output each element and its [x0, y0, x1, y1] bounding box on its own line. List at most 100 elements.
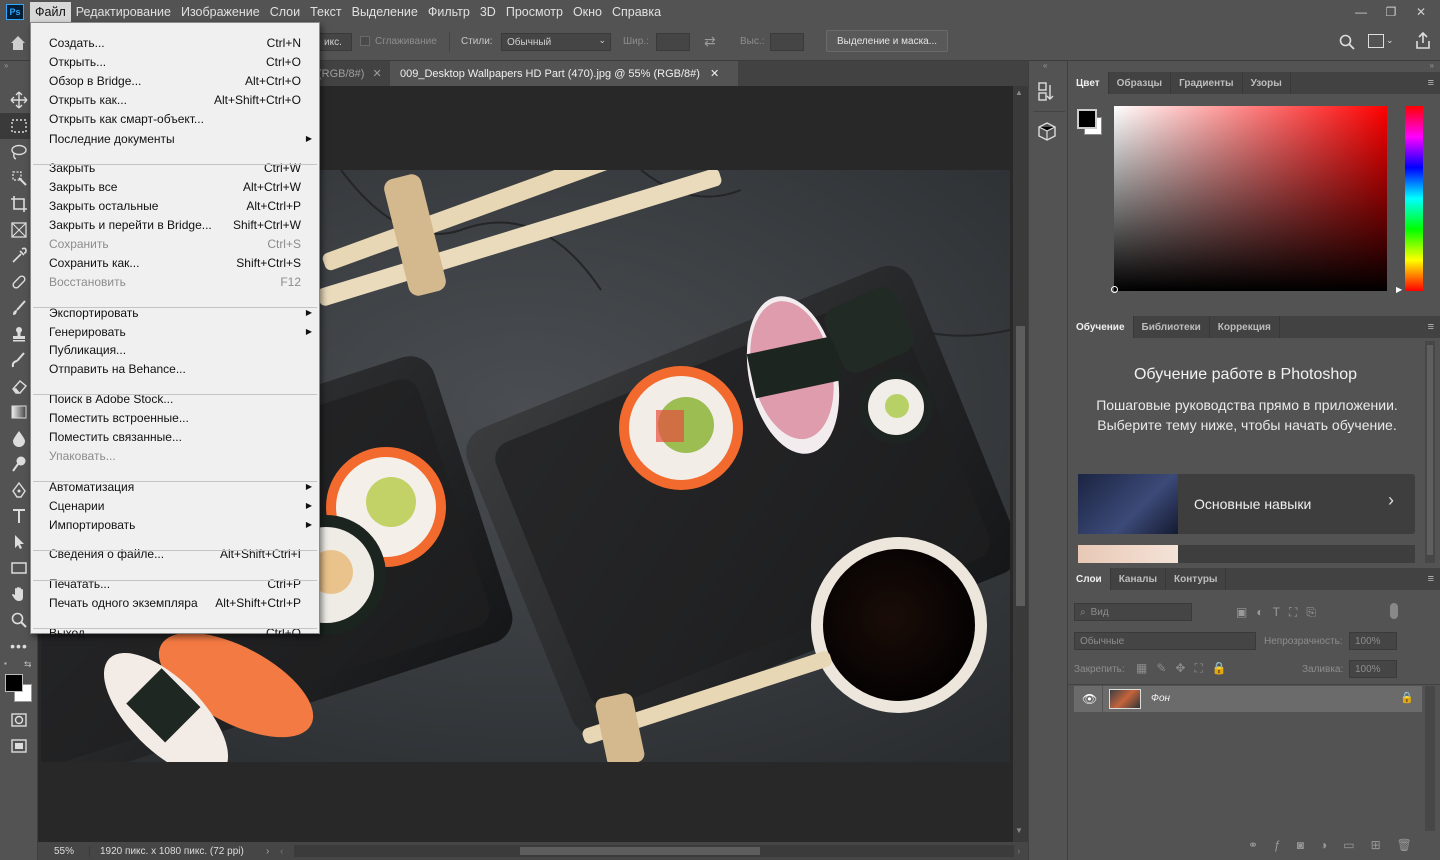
tab-adjustments[interactable]: Коррекция — [1210, 316, 1280, 338]
share-icon[interactable] — [1414, 31, 1432, 54]
menu-item[interactable]: Выход Ctrl+Q — [31, 623, 319, 642]
panel-menu-icon[interactable]: ≡ — [1428, 77, 1434, 89]
minimize-button[interactable]: — — [1346, 1, 1376, 23]
workspace-icon[interactable] — [1368, 34, 1384, 48]
menu-type[interactable]: Текст — [305, 2, 346, 22]
feather-field[interactable]: икс. — [318, 33, 352, 51]
tab-patterns[interactable]: Узоры — [1243, 72, 1291, 94]
layer-filter-icons[interactable]: ▣◐T⛶⎘ — [1236, 605, 1325, 620]
menu-layers[interactable]: Слои — [265, 2, 305, 22]
zoom-level[interactable]: 55% — [38, 845, 90, 857]
lock-icons[interactable]: ▦✎✥⛶🔒 — [1136, 661, 1236, 676]
menu-item[interactable]: Обзор в Bridge... Alt+Ctrl+O — [31, 71, 319, 90]
swap-colors-icon[interactable]: ⇆ — [24, 659, 32, 670]
color-field[interactable] — [1114, 106, 1387, 291]
panel-menu-icon[interactable]: ≡ — [1428, 321, 1434, 333]
filter-toggle[interactable] — [1390, 603, 1398, 619]
foreground-color-swatch[interactable] — [5, 674, 23, 692]
menu-view[interactable]: Просмотр — [501, 2, 568, 22]
scroll-up-icon[interactable]: ▲ — [1015, 88, 1023, 97]
quick-mask-icon[interactable] — [0, 707, 38, 733]
screen-mode-icon[interactable] — [0, 733, 38, 759]
menu-item[interactable]: Сведения о файле... Alt+Shift+Ctrl+I — [31, 544, 319, 563]
hue-slider-handle[interactable]: ▶ — [1396, 285, 1402, 294]
color-picker-cursor[interactable] — [1111, 286, 1118, 293]
tab-layers[interactable]: Слои — [1068, 568, 1111, 590]
layer-name[interactable]: Фон — [1151, 693, 1170, 704]
collapse-icon[interactable]: « — [1043, 61, 1047, 70]
history-panel-icon[interactable] — [1037, 81, 1057, 106]
tab-libraries[interactable]: Библиотеки — [1134, 316, 1210, 338]
width-field[interactable] — [656, 33, 690, 51]
search-icon[interactable] — [1338, 33, 1356, 54]
menu-edit[interactable]: Редактирование — [71, 2, 176, 22]
home-icon[interactable] — [8, 33, 28, 53]
collapse-icon[interactable]: » — [1430, 61, 1434, 70]
tab-color[interactable]: Цвет — [1068, 72, 1109, 94]
fill-field[interactable]: 100% — [1349, 660, 1397, 678]
layer-row[interactable]: 👁 Фон 🔒 — [1074, 686, 1422, 712]
document-tab-active[interactable]: 009_Desktop Wallpapers HD Part (470).jpg… — [390, 61, 738, 86]
menu-item[interactable]: Поиск в Adobe Stock... — [31, 389, 319, 408]
layers-scrollbar[interactable] — [1425, 686, 1435, 831]
select-mask-button[interactable]: Выделение и маска... — [826, 30, 949, 52]
tab-learn[interactable]: Обучение — [1068, 316, 1134, 338]
menu-item[interactable]: Закрыть остальные Alt+Ctrl+P — [31, 196, 319, 215]
menu-item[interactable]: Закрыть и перейти в Bridge... Shift+Ctrl+… — [31, 215, 319, 234]
layer-filter-select[interactable]: ⌕ Вид — [1074, 603, 1192, 621]
vertical-scrollbar[interactable]: ▲ ▼ — [1013, 86, 1028, 842]
restore-button[interactable]: ❐ — [1376, 1, 1406, 23]
tab-channels[interactable]: Каналы — [1111, 568, 1166, 590]
menu-item[interactable]: Закрыть все Alt+Ctrl+W — [31, 177, 319, 196]
tab-paths[interactable]: Контуры — [1166, 568, 1227, 590]
default-colors-icon[interactable]: ▪ — [4, 659, 7, 668]
menu-item[interactable]: Генерировать ▶ — [31, 322, 319, 341]
opacity-field[interactable]: 100% — [1349, 632, 1397, 650]
menu-image[interactable]: Изображение — [176, 2, 265, 22]
menu-item[interactable]: Открыть как... Alt+Shift+Ctrl+O — [31, 90, 319, 109]
horizontal-scrollbar[interactable] — [294, 845, 1014, 857]
scroll-thumb[interactable] — [1427, 345, 1433, 555]
panel-menu-icon[interactable]: ≡ — [1428, 573, 1434, 585]
menu-item[interactable]: Поместить связанные... — [31, 427, 319, 446]
scroll-left-icon[interactable]: ‹ — [280, 846, 294, 857]
close-tab-icon[interactable]: ✕ — [372, 67, 381, 80]
menu-item[interactable]: Создать... Ctrl+N — [31, 33, 319, 52]
hue-slider[interactable] — [1405, 106, 1423, 291]
menu-file[interactable]: Файл — [30, 1, 71, 22]
menu-item[interactable]: Сохранить как... Shift+Ctrl+S — [31, 253, 319, 272]
menu-item[interactable]: Отправить на Behance... — [31, 359, 319, 378]
blend-mode-select[interactable]: Обычные — [1074, 632, 1256, 650]
3d-panel-icon[interactable] — [1037, 121, 1057, 146]
menu-item[interactable]: Последние документы ▶ — [31, 129, 319, 148]
menu-3d[interactable]: 3D — [475, 2, 501, 22]
menu-item[interactable]: Поместить встроенные... — [31, 408, 319, 427]
menu-filter[interactable]: Фильтр — [423, 2, 475, 22]
chevron-down-icon[interactable]: ⌄ — [1386, 35, 1394, 46]
height-field[interactable] — [770, 33, 804, 51]
scroll-down-icon[interactable]: ▼ — [1015, 826, 1023, 835]
document-tab-inactive[interactable]: (RGB/8#) ✕ — [308, 61, 388, 86]
layer-action-icons[interactable]: ⚭ƒ◙◑▭⊞🗑 — [1248, 838, 1428, 852]
menu-item[interactable]: Закрыть Ctrl+W — [31, 158, 319, 177]
close-button[interactable]: ✕ — [1406, 1, 1436, 23]
menu-item[interactable]: Публикация... — [31, 340, 319, 359]
learn-scrollbar[interactable] — [1425, 341, 1435, 563]
learn-card-2[interactable] — [1078, 545, 1415, 563]
scroll-thumb[interactable] — [1016, 326, 1025, 606]
style-select[interactable]: Обычный ⌄ — [501, 33, 611, 51]
antialias-checkbox[interactable] — [360, 36, 370, 46]
menu-select[interactable]: Выделение — [347, 2, 423, 22]
menu-item[interactable]: Автоматизация ▶ — [31, 477, 319, 496]
menu-item[interactable]: Открыть как смарт-объект... — [31, 109, 319, 128]
tab-gradients[interactable]: Градиенты — [1171, 72, 1243, 94]
scroll-thumb[interactable] — [520, 847, 760, 855]
chevron-right-icon[interactable]: › — [266, 846, 280, 857]
scroll-right-icon[interactable]: › — [1014, 846, 1028, 857]
menu-help[interactable]: Справка — [607, 2, 666, 22]
close-tab-icon[interactable]: ✕ — [710, 67, 719, 80]
lock-icon[interactable]: 🔒 — [1400, 691, 1414, 704]
menu-window[interactable]: Окно — [568, 2, 607, 22]
menu-item[interactable]: Печатать... Ctrl+P — [31, 574, 319, 593]
swap-icon[interactable]: ⇄ — [704, 33, 716, 50]
